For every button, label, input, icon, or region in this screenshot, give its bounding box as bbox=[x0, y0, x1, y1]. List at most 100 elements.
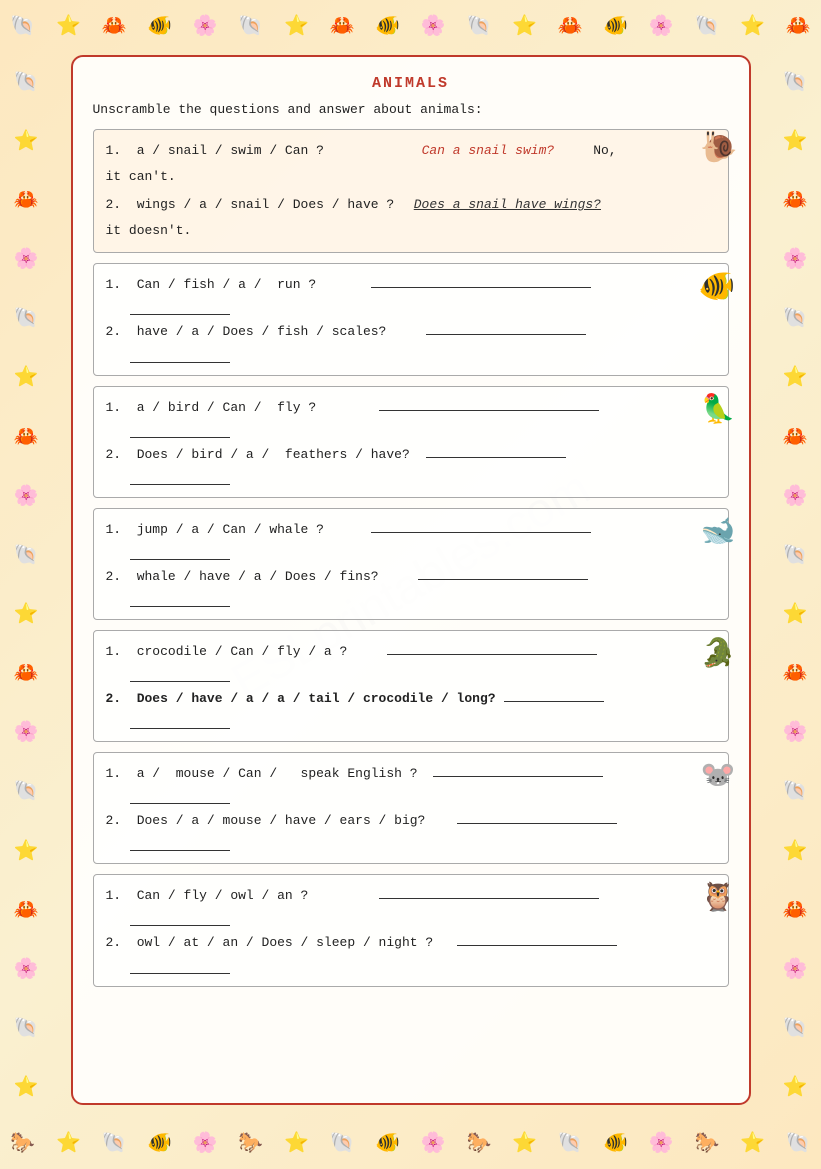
deco-icon: 🦀 bbox=[783, 424, 808, 450]
deco-icon: 🐚 bbox=[14, 305, 39, 331]
deco-icon: 🌸 bbox=[421, 13, 446, 39]
croc-q1-scrambled: 1. crocodile / Can / fly / a ? bbox=[106, 641, 379, 663]
example-q2-result-line: it doesn't. bbox=[106, 220, 658, 242]
deco-icon: 🐚 bbox=[786, 1130, 811, 1156]
main-card: ANIMALS Unscramble the questions and ans… bbox=[71, 55, 751, 1105]
border-left: 🐚 ⭐ 🦀 🌸 🐚 ⭐ 🦀 🌸 🐚 ⭐ 🦀 🌸 🐚 ⭐ 🦀 🌸 🐚 ⭐ bbox=[0, 52, 52, 1117]
croc-q2-second-row bbox=[126, 714, 663, 729]
deco-icon: 🐚 bbox=[783, 778, 808, 804]
deco-icon: 🦀 bbox=[330, 13, 355, 39]
fish-q1-answer[interactable] bbox=[371, 274, 591, 288]
bird-q2-line: 2. Does / bird / a / feathers / have? bbox=[106, 444, 663, 466]
owl-q2-line: 2. owl / at / an / Does / sleep / night … bbox=[106, 932, 663, 954]
whale-q1-answer[interactable] bbox=[371, 519, 591, 533]
croc-q2-line: 2. Does / have / a / a / tail / crocodil… bbox=[106, 688, 663, 710]
example-q2-line: 2. wings / a / snail / Does / have ? Doe… bbox=[106, 194, 658, 216]
deco-icon: 🌸 bbox=[193, 1130, 218, 1156]
whale-icon: 🐋 bbox=[701, 514, 736, 549]
bird-q2-second-row bbox=[126, 470, 663, 485]
deco-icon: 🦀 bbox=[102, 13, 127, 39]
page-title: ANIMALS bbox=[93, 75, 729, 92]
deco-icon: 🐚 bbox=[783, 1015, 808, 1041]
croc-q2-scrambled: 2. Does / have / a / a / tail / crocodil… bbox=[106, 688, 496, 710]
deco-icon: 🐠 bbox=[375, 13, 400, 39]
mouse-q1-scrambled: 1. a / mouse / Can / speak English ? bbox=[106, 763, 426, 785]
bird-q1-line: 1. a / bird / Can / fly ? bbox=[106, 397, 663, 419]
whale-q2-second-row bbox=[126, 592, 663, 607]
deco-icon: 🐠 bbox=[603, 1130, 628, 1156]
croc-q2-second-answer[interactable] bbox=[130, 715, 230, 729]
owl-q1-second-answer[interactable] bbox=[130, 912, 230, 926]
whale-q2-second-answer[interactable] bbox=[130, 593, 230, 607]
owl-q1-answer[interactable] bbox=[379, 885, 599, 899]
example-q2-scrambled: 2. wings / a / snail / Does / have ? bbox=[106, 194, 410, 216]
whale-q1-scrambled: 1. jump / a / Can / whale ? bbox=[106, 519, 363, 541]
mouse-q2-answer[interactable] bbox=[457, 810, 617, 824]
deco-icon: 🦀 bbox=[783, 897, 808, 923]
exercise-crocodile: 🐊 1. crocodile / Can / fly / a ? 2. Does… bbox=[93, 630, 729, 742]
deco-icon: ⭐ bbox=[783, 601, 808, 627]
fish-q2-second-answer[interactable] bbox=[130, 349, 230, 363]
deco-icon: ⭐ bbox=[512, 13, 537, 39]
deco-icon: 🌸 bbox=[421, 1130, 446, 1156]
page-wrapper: 🐚 ⭐ 🦀 🐠 🌸 🐚 ⭐ 🦀 🐠 🌸 🐚 ⭐ 🦀 🐠 🌸 🐚 ⭐ 🦀 🐎 ⭐ … bbox=[0, 0, 821, 1169]
border-top: 🐚 ⭐ 🦀 🐠 🌸 🐚 ⭐ 🦀 🐠 🌸 🐚 ⭐ 🦀 🐠 🌸 🐚 ⭐ 🦀 bbox=[0, 0, 821, 52]
deco-icon: 🌸 bbox=[193, 13, 218, 39]
mouse-q1-second-answer[interactable] bbox=[130, 790, 230, 804]
deco-icon: ⭐ bbox=[512, 1130, 537, 1156]
owl-q1-line: 1. Can / fly / owl / an ? bbox=[106, 885, 663, 907]
deco-icon: 🐚 bbox=[102, 1130, 127, 1156]
deco-icon: 🐚 bbox=[558, 1130, 583, 1156]
bird-q1-scrambled: 1. a / bird / Can / fly ? bbox=[106, 397, 371, 419]
bird-q2-second-answer[interactable] bbox=[130, 471, 230, 485]
bird-icon: 🦜 bbox=[701, 392, 736, 427]
whale-q1-second-answer[interactable] bbox=[130, 546, 230, 560]
example-q1-result-line: it can't. bbox=[106, 166, 658, 188]
croc-q2-answer[interactable] bbox=[504, 688, 604, 702]
fish-q1-line: 1. Can / fish / a / run ? bbox=[106, 274, 663, 296]
bird-q1-second-row bbox=[126, 423, 663, 438]
owl-q1-second-row bbox=[126, 911, 663, 926]
croc-q1-second-row bbox=[126, 667, 663, 682]
deco-icon: 🐎 bbox=[466, 1130, 491, 1156]
deco-icon: 🌸 bbox=[14, 956, 39, 982]
mouse-q2-second-answer[interactable] bbox=[130, 837, 230, 851]
deco-icon: ⭐ bbox=[783, 364, 808, 390]
fish-q1-second-answer[interactable] bbox=[130, 301, 230, 315]
deco-icon: ⭐ bbox=[56, 1130, 81, 1156]
owl-icon: 🦉 bbox=[701, 880, 736, 915]
owl-q2-answer[interactable] bbox=[457, 932, 617, 946]
croc-q1-line: 1. crocodile / Can / fly / a ? bbox=[106, 641, 663, 663]
owl-q2-scrambled: 2. owl / at / an / Does / sleep / night … bbox=[106, 932, 449, 954]
deco-icon: 🐚 bbox=[10, 13, 35, 39]
whale-q2-answer[interactable] bbox=[418, 566, 588, 580]
fish-q2-answer[interactable] bbox=[426, 321, 586, 335]
bird-q1-answer[interactable] bbox=[379, 397, 599, 411]
deco-icon: ⭐ bbox=[284, 13, 309, 39]
deco-icon: 🐚 bbox=[694, 13, 719, 39]
deco-icon: 🦀 bbox=[14, 660, 39, 686]
deco-icon: 🐚 bbox=[14, 542, 39, 568]
mouse-q1-answer[interactable] bbox=[433, 763, 603, 777]
example-box: 🐌 1. a / snail / swim / Can ? Can a snai… bbox=[93, 129, 729, 253]
croc-q1-second-answer[interactable] bbox=[130, 668, 230, 682]
croc-q1-answer[interactable] bbox=[387, 641, 597, 655]
example-q1-result-text: it can't. bbox=[106, 166, 176, 188]
deco-icon: ⭐ bbox=[14, 601, 39, 627]
deco-icon: 🌸 bbox=[783, 719, 808, 745]
deco-icon: ⭐ bbox=[740, 13, 765, 39]
deco-icon: ⭐ bbox=[56, 13, 81, 39]
deco-icon: 🌸 bbox=[14, 246, 39, 272]
deco-icon: 🌸 bbox=[783, 483, 808, 509]
deco-icon: 🌸 bbox=[649, 1130, 674, 1156]
deco-icon: 🌸 bbox=[783, 246, 808, 272]
example-q1-scrambled: 1. a / snail / swim / Can ? bbox=[106, 140, 418, 162]
whale-q2-scrambled: 2. whale / have / a / Does / fins? bbox=[106, 566, 410, 588]
deco-icon: 🐠 bbox=[147, 13, 172, 39]
bird-q2-answer[interactable] bbox=[426, 444, 566, 458]
deco-icon: ⭐ bbox=[740, 1130, 765, 1156]
owl-q1-scrambled: 1. Can / fly / owl / an ? bbox=[106, 885, 371, 907]
owl-q2-second-answer[interactable] bbox=[130, 960, 230, 974]
bird-q1-second-answer[interactable] bbox=[130, 424, 230, 438]
fish-q1-scrambled: 1. Can / fish / a / run ? bbox=[106, 274, 363, 296]
